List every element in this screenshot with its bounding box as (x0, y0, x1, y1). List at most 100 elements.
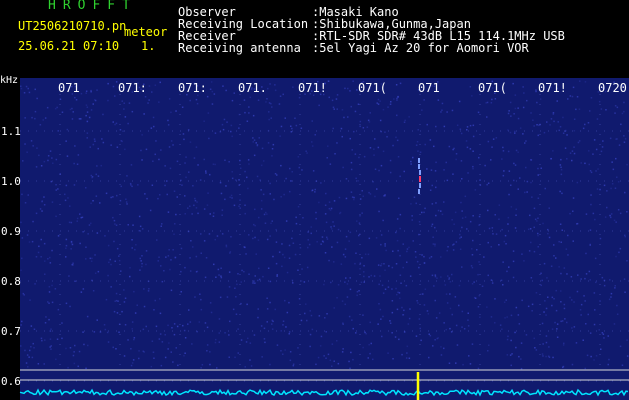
noise-speck (577, 274, 579, 276)
noise-speck (501, 158, 503, 160)
noise-speck (126, 175, 128, 177)
noise-speck (593, 359, 595, 361)
noise-speck (503, 301, 506, 303)
noise-speck (559, 126, 562, 128)
noise-speck (398, 292, 401, 294)
noise-speck (44, 117, 47, 119)
noise-speck (386, 136, 388, 138)
noise-speck (86, 137, 88, 139)
noise-speck (297, 205, 300, 208)
noise-speck (430, 256, 433, 258)
noise-speck (118, 255, 120, 257)
noise-speck (582, 339, 584, 341)
noise-speck (443, 169, 445, 171)
noise-speck (589, 279, 591, 281)
noise-speck (252, 137, 254, 139)
noise-speck (373, 154, 375, 156)
noise-speck (292, 86, 294, 88)
noise-speck (294, 253, 297, 256)
noise-speck (258, 278, 261, 281)
noise-speck (141, 255, 143, 257)
noise-speck (256, 175, 259, 178)
noise-speck (492, 138, 495, 140)
noise-speck (164, 165, 166, 167)
noise-speck (558, 240, 560, 243)
noise-speck (245, 341, 248, 343)
noise-speck (258, 216, 260, 219)
noise-speck (129, 182, 132, 185)
noise-speck (523, 260, 525, 262)
noise-speck (31, 116, 33, 119)
frequency-tick-label: 1.1 (1, 125, 21, 138)
noise-speck (330, 226, 332, 228)
noise-speck (183, 329, 186, 332)
noise-speck (167, 324, 169, 327)
noise-speck (466, 126, 469, 128)
noise-speck (161, 280, 164, 283)
noise-speck (535, 89, 537, 91)
noise-speck (331, 343, 334, 345)
noise-speck (241, 269, 243, 272)
noise-speck (223, 118, 226, 121)
noise-speck (529, 214, 531, 217)
noise-speck (106, 331, 109, 334)
noise-speck (97, 270, 100, 273)
noise-speck (181, 106, 184, 108)
noise-speck (396, 218, 399, 220)
noise-speck (517, 188, 519, 190)
noise-speck (342, 323, 344, 325)
noise-speck (95, 173, 97, 176)
noise-speck (387, 106, 389, 108)
noise-speck (65, 247, 67, 249)
noise-speck (28, 91, 31, 94)
noise-speck (363, 275, 365, 278)
noise-speck (250, 365, 253, 367)
noise-speck (620, 123, 622, 126)
noise-speck (423, 99, 425, 101)
noise-speck (584, 81, 587, 83)
noise-speck (228, 271, 231, 273)
noise-speck (218, 341, 221, 343)
noise-speck (472, 124, 475, 127)
noise-speck (288, 301, 290, 304)
noise-speck (547, 296, 549, 298)
noise-speck (51, 284, 53, 287)
noise-speck (490, 246, 492, 248)
noise-speck (49, 330, 52, 332)
noise-speck (396, 139, 399, 142)
noise-speck (332, 106, 335, 109)
noise-speck (563, 267, 566, 269)
noise-speck (531, 310, 533, 312)
noise-speck (245, 253, 247, 255)
noise-speck (160, 225, 162, 227)
noise-speck (558, 266, 560, 268)
echo-segment (418, 158, 420, 163)
noise-speck (522, 106, 525, 109)
noise-speck (226, 296, 229, 298)
noise-speck (193, 157, 196, 159)
noise-speck (402, 314, 405, 316)
noise-speck (396, 308, 399, 311)
noise-speck (398, 197, 400, 199)
noise-speck (183, 138, 185, 141)
noise-speck (117, 300, 119, 302)
noise-speck (91, 176, 93, 179)
noise-speck (311, 120, 313, 122)
noise-speck (195, 255, 198, 258)
noise-speck (585, 252, 587, 255)
noise-speck (167, 124, 170, 126)
noise-speck (76, 217, 79, 220)
noise-speck (155, 140, 157, 142)
noise-speck (590, 97, 593, 99)
noise-speck (77, 365, 79, 368)
noise-speck (607, 335, 609, 337)
noise-speck (551, 304, 553, 307)
noise-speck (560, 168, 563, 171)
noise-speck (543, 262, 546, 265)
noise-speck (626, 163, 628, 166)
noise-speck (399, 254, 401, 257)
noise-speck (225, 244, 228, 247)
noise-speck (85, 187, 87, 189)
noise-speck (564, 147, 567, 149)
noise-speck (331, 365, 333, 367)
